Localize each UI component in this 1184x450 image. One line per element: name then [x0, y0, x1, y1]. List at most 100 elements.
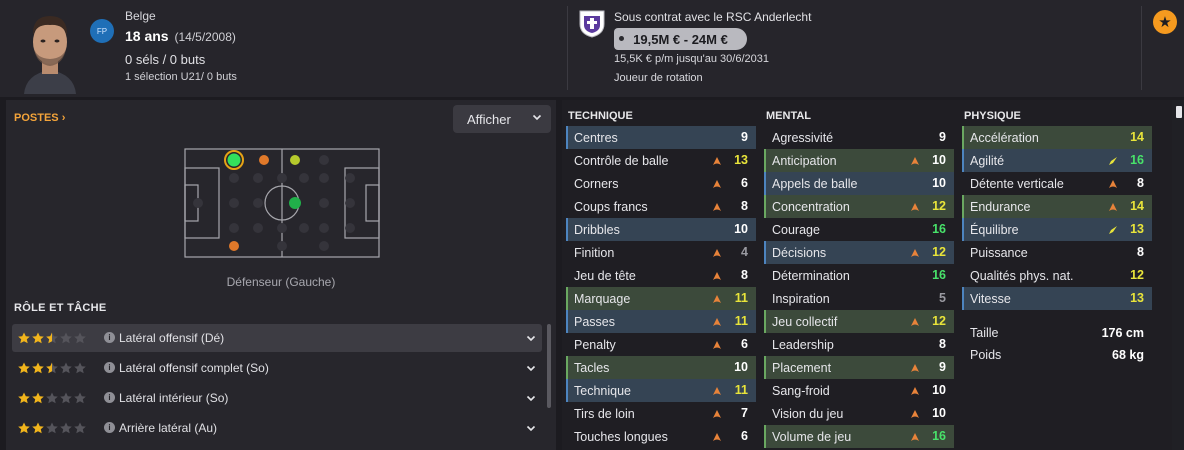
technique-attr-row[interactable]: Touches longues 6 [566, 425, 756, 448]
attr-label: Corners [574, 176, 619, 191]
technique-attr-row[interactable]: Jeu de tête 8 [566, 264, 756, 287]
roles-scrollbar[interactable] [547, 324, 551, 408]
role-label: Arrière latéral (Au) [119, 421, 218, 435]
mental-attr-row[interactable]: Placement 9 [764, 356, 954, 379]
attr-label: Coups francs [574, 199, 648, 214]
attr-value: 16 [932, 268, 946, 282]
attr-label: Puissance [970, 245, 1028, 260]
improvement-arrow-icon [1108, 155, 1118, 165]
technique-attr-row[interactable]: Marquage 11 [566, 287, 756, 310]
attr-value: 10 [932, 176, 946, 190]
transfer-value-tag[interactable]: 19,5M € - 24M € [614, 28, 747, 50]
physique-column: PHYSIQUE Accélération 14 Agilité 16 Détente … [962, 100, 1152, 366]
scroll-knob[interactable] [1176, 106, 1182, 118]
technique-attr-row[interactable]: Penalty 6 [566, 333, 756, 356]
attr-label: Vision du jeu [772, 406, 844, 421]
height-value: 176 cm [1101, 326, 1144, 340]
info-icon[interactable]: i [104, 332, 115, 343]
role-rating-stars [18, 362, 88, 374]
attr-label: Appels de balle [772, 176, 858, 191]
mental-attr-row[interactable]: Agressivité 9 [764, 126, 954, 149]
selected-position-caption: Défenseur (Gauche) [226, 275, 336, 289]
physique-attr-row[interactable]: Accélération 14 [962, 126, 1152, 149]
technique-attr-row[interactable]: Contrôle de balle 13 [566, 149, 756, 172]
technique-title: TECHNIQUE [568, 110, 633, 122]
mental-attr-row[interactable]: Décisions 12 [764, 241, 954, 264]
star-icon[interactable]: ★ [1153, 10, 1177, 34]
attr-label: Jeu collectif [772, 314, 838, 329]
nationality-label[interactable]: Belge [125, 9, 156, 23]
mental-attr-row[interactable]: Concentration 12 [764, 195, 954, 218]
attr-value: 9 [939, 360, 946, 374]
physique-attr-row[interactable]: Vitesse 13 [962, 287, 1152, 310]
technique-attr-row[interactable]: Finition 4 [566, 241, 756, 264]
physique-attr-row[interactable]: Équilibre 13 [962, 218, 1152, 241]
attr-value: 11 [734, 291, 748, 305]
mental-attr-row[interactable]: Appels de balle 10 [764, 172, 954, 195]
mental-attr-row[interactable]: Détermination 16 [764, 264, 954, 287]
mental-attr-row[interactable]: Courage 16 [764, 218, 954, 241]
technique-attr-row[interactable]: Corners 6 [566, 172, 756, 195]
mental-attr-row[interactable]: Anticipation 10 [764, 149, 954, 172]
technique-attr-row[interactable]: Passes 11 [566, 310, 756, 333]
technique-attr-row[interactable]: Dribbles 10 [566, 218, 756, 241]
show-dropdown-button[interactable]: Afficher [453, 105, 551, 133]
age-value: 18 ans [125, 28, 169, 44]
mental-attr-row[interactable]: Leadership 8 [764, 333, 954, 356]
info-icon[interactable]: i [104, 362, 115, 373]
attr-value: 12 [932, 199, 946, 213]
growth-arrow-icon [712, 431, 722, 441]
mental-rows: Agressivité 9 Anticipation 10 Appels de ball… [764, 126, 954, 448]
attr-value: 16 [1130, 153, 1144, 167]
mental-attr-row[interactable]: Volume de jeu 16 [764, 425, 954, 448]
attr-label: Concentration [772, 199, 850, 214]
mental-attr-row[interactable]: Vision du jeu 10 [764, 402, 954, 425]
attr-label: Endurance [970, 199, 1031, 214]
right-scrollbar[interactable] [1172, 100, 1184, 450]
technique-attr-row[interactable]: Centres 9 [566, 126, 756, 149]
chevron-down-icon[interactable] [526, 332, 536, 342]
mental-attr-row[interactable]: Jeu collectif 12 [764, 310, 954, 333]
growth-arrow-icon [1108, 201, 1118, 211]
mental-attr-row[interactable]: Sang-froid 10 [764, 379, 954, 402]
info-icon[interactable]: i [104, 392, 115, 403]
attr-label: Vitesse [970, 291, 1011, 306]
chevron-down-icon[interactable] [526, 362, 536, 372]
technique-attr-row[interactable]: Tirs de loin 7 [566, 402, 756, 425]
position-pitch-diagram[interactable] [184, 148, 380, 258]
mental-attr-row[interactable]: Inspiration 5 [764, 287, 954, 310]
attr-label: Marquage [574, 291, 631, 306]
attr-label: Technique [574, 383, 631, 398]
attr-label: Dribbles [574, 222, 620, 237]
role-row[interactable]: i Latéral offensif (Dé) [12, 324, 542, 352]
technique-attr-row[interactable]: Technique 11 [566, 379, 756, 402]
growth-arrow-icon [1108, 178, 1118, 188]
contract-club-link[interactable]: Sous contrat avec le RSC Anderlecht [614, 10, 811, 24]
physique-attr-row[interactable]: Endurance 14 [962, 195, 1152, 218]
physique-attr-row[interactable]: Agilité 16 [962, 149, 1152, 172]
weight-row: Poids 68 kg [962, 344, 1152, 366]
physique-attr-row[interactable]: Qualités phys. nat. 12 [962, 264, 1152, 287]
growth-arrow-icon [910, 201, 920, 211]
attr-value: 12 [1130, 268, 1144, 282]
physique-attr-row[interactable]: Puissance 8 [962, 241, 1152, 264]
technique-attr-row[interactable]: Tacles 10 [566, 356, 756, 379]
role-duty-heading: RÔLE ET TÂCHE [14, 302, 107, 314]
position-badge: FP [90, 19, 114, 43]
physique-attr-row[interactable]: Détente verticale 8 [962, 172, 1152, 195]
info-icon[interactable]: i [104, 422, 115, 433]
positions-title[interactable]: POSTES › [14, 112, 65, 124]
growth-arrow-icon [712, 316, 722, 326]
chevron-down-icon[interactable] [526, 422, 536, 432]
role-row[interactable]: i Latéral intérieur (So) [12, 384, 542, 412]
role-row[interactable]: i Arrière latéral (Au) [12, 414, 542, 442]
attr-value: 12 [932, 245, 946, 259]
birthdate: (14/5/2008) [174, 30, 236, 44]
chevron-down-icon[interactable] [526, 392, 536, 402]
role-row[interactable]: i Latéral offensif complet (So) [12, 354, 542, 382]
u21-caps: 1 sélection U21/ 0 buts [125, 71, 237, 83]
role-label: Latéral intérieur (So) [119, 391, 229, 405]
club-crest-icon[interactable] [578, 8, 606, 38]
growth-arrow-icon [712, 270, 722, 280]
technique-attr-row[interactable]: Coups francs 8 [566, 195, 756, 218]
